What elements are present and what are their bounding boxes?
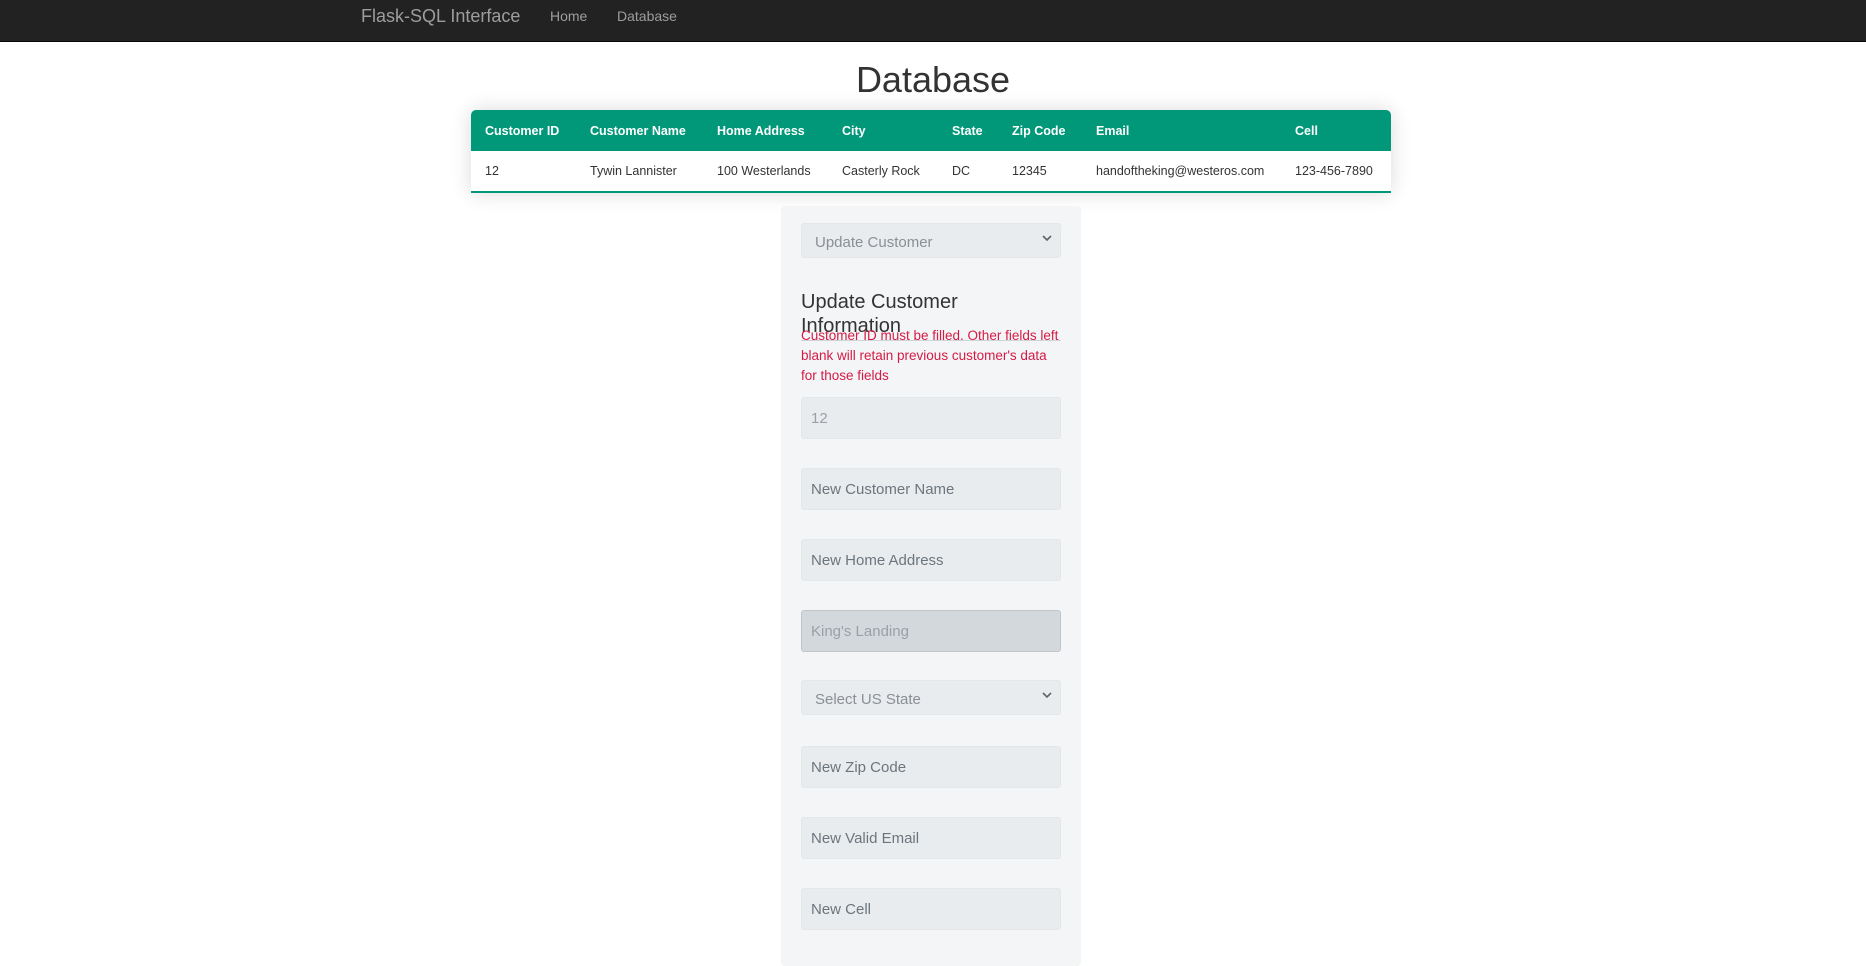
action-select[interactable]: Update Customer — [801, 223, 1061, 258]
column-header: Email — [1096, 123, 1130, 138]
chevron-down-icon — [1041, 689, 1055, 703]
column-header: City — [842, 123, 866, 138]
brand-link[interactable]: Flask-SQL Interface — [361, 6, 520, 26]
navbar: Flask-SQL Interface Home Database — [0, 0, 1866, 42]
column-header: Cell — [1295, 123, 1318, 138]
email-input[interactable] — [801, 817, 1061, 859]
column-header: State — [952, 123, 983, 138]
city-input[interactable] — [801, 610, 1061, 652]
table-cell: handoftheking@westeros.com — [1082, 151, 1281, 192]
page-title: Database — [855, 59, 1011, 100]
state-select[interactable]: Select US State — [801, 680, 1061, 715]
table-cell: Casterly Rock — [828, 151, 938, 192]
column-header: Customer Name — [590, 123, 686, 138]
table-row: 12 Tywin Lannister 100 Westerlands Caste… — [471, 151, 1391, 192]
cell-input[interactable] — [801, 888, 1061, 930]
zip-code-input[interactable] — [801, 746, 1061, 788]
table-cell: 123-456-7890 — [1281, 151, 1391, 192]
column-header: Home Address — [717, 123, 805, 138]
column-header: Zip Code — [1012, 123, 1066, 138]
table-cell: 100 Westerlands — [703, 151, 828, 192]
customer-table: Customer ID Customer Name Home Address C… — [471, 110, 1391, 193]
column-header: Customer ID — [485, 123, 560, 138]
nav-link-home[interactable]: Home — [550, 8, 587, 24]
customer-id-input[interactable] — [801, 397, 1061, 439]
table-header-row: Customer ID Customer Name Home Address C… — [471, 110, 1391, 151]
action-select-value: Update Customer — [815, 234, 933, 251]
table-cell: 12 — [471, 151, 576, 192]
state-select-value: Select US State — [815, 691, 921, 708]
customer-name-input[interactable] — [801, 468, 1061, 510]
home-address-input[interactable] — [801, 539, 1061, 581]
form-notice: Customer ID must be filled. Other fields… — [801, 328, 1059, 383]
update-form-panel: Update Customer Update Customer Informat… — [781, 206, 1081, 966]
table-cell: 12345 — [998, 151, 1082, 192]
table-cell: Tywin Lannister — [576, 151, 703, 192]
nav-link-database[interactable]: Database — [617, 8, 677, 24]
chevron-down-icon — [1041, 232, 1055, 246]
table-cell: DC — [938, 151, 998, 192]
